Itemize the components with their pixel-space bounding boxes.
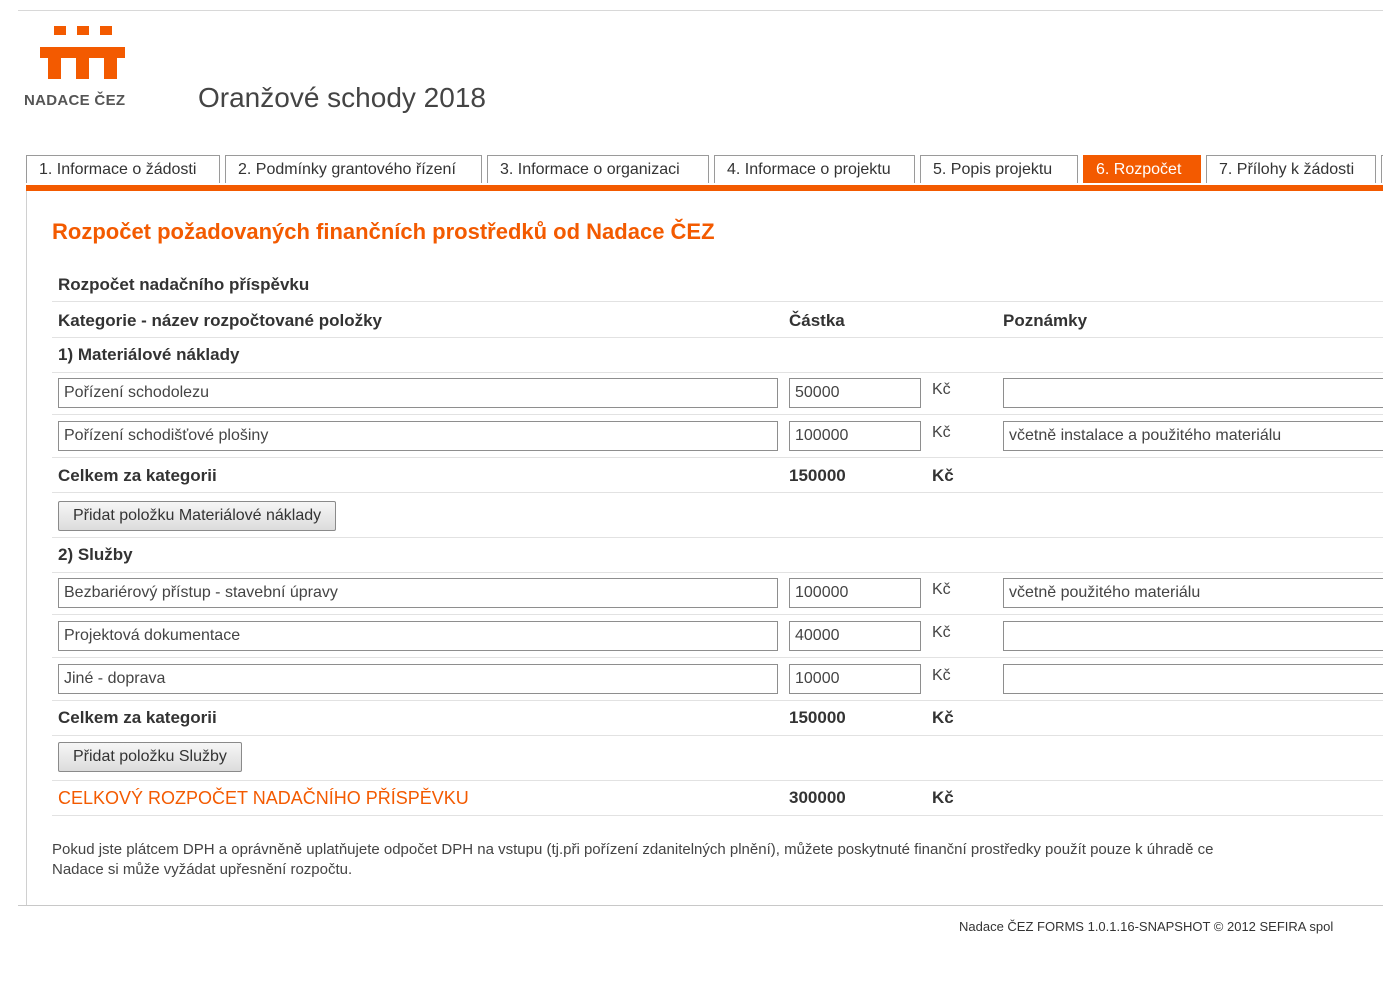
- currency-label: Kč: [932, 667, 951, 684]
- grand-total-value: 300000: [789, 788, 846, 807]
- column-header-amount: Částka: [789, 311, 845, 330]
- item-name-input[interactable]: [58, 664, 778, 694]
- budget-item-row: Kč: [52, 615, 1383, 658]
- budget-item-row: Kč: [52, 373, 1383, 415]
- column-header-category: Kategorie - název rozpočtované položky: [58, 311, 383, 330]
- column-header-notes: Poznámky: [1003, 311, 1088, 330]
- budget-item-row: Kč: [52, 415, 1383, 458]
- page-heading: Rozpočet požadovaných finančních prostře…: [52, 219, 715, 244]
- footer-text: Nadace ČEZ FORMS 1.0.1.16-SNAPSHOT © 201…: [959, 919, 1334, 934]
- budget-item-row: Kč: [52, 573, 1383, 615]
- category-title: 1) Materiálové náklady: [58, 345, 240, 364]
- section-title-row: Rozpočet nadačního příspěvku: [52, 267, 1383, 302]
- vat-note-line-1: Pokud jste plátcem DPH a oprávněně uplat…: [52, 841, 1214, 858]
- currency-label: Kč: [932, 424, 951, 441]
- add-item-row: Přidat položku Služby: [52, 736, 1383, 781]
- item-amount-input[interactable]: [789, 664, 921, 694]
- category-header-row: 2) Služby: [52, 538, 1383, 573]
- budget-item-row: Kč: [52, 658, 1383, 701]
- logo-brand-text: NADACE ČEZ: [24, 92, 126, 109]
- item-note-input[interactable]: [1003, 664, 1383, 694]
- currency-label: Kč: [932, 708, 954, 727]
- category-total-value: 150000: [789, 466, 846, 485]
- panel-border: [26, 191, 27, 906]
- vat-note: Pokud jste plátcem DPH a oprávněně uplat…: [52, 840, 1383, 880]
- tab-rozpocet[interactable]: 6. Rozpočet: [1083, 155, 1201, 183]
- app-title: Oranžové schody 2018: [198, 82, 486, 113]
- item-name-input[interactable]: [58, 621, 778, 651]
- currency-label: Kč: [932, 788, 954, 807]
- item-note-input[interactable]: [1003, 578, 1383, 608]
- section-title: Rozpočet nadačního příspěvku: [58, 275, 310, 294]
- item-name-input[interactable]: [58, 421, 778, 451]
- currency-label: Kč: [932, 624, 951, 641]
- add-item-row: Přidat položku Materiálové náklady: [52, 493, 1383, 538]
- currency-label: Kč: [932, 466, 954, 485]
- category-header-row: 1) Materiálové náklady: [52, 338, 1383, 373]
- item-note-input[interactable]: [1003, 421, 1383, 451]
- category-total-row: Celkem za kategorii 150000 Kč: [52, 458, 1383, 493]
- category-total-label: Celkem za kategorii: [58, 466, 217, 485]
- item-amount-input[interactable]: [789, 621, 921, 651]
- category-total-value: 150000: [789, 708, 846, 727]
- tab-podminky[interactable]: 2. Podmínky grantového řízení: [225, 155, 482, 183]
- item-name-input[interactable]: [58, 578, 778, 608]
- category-total-row: Celkem za kategorii 150000 Kč: [52, 701, 1383, 736]
- item-note-input[interactable]: [1003, 621, 1383, 651]
- category-title: 2) Služby: [58, 545, 133, 564]
- item-amount-input[interactable]: [789, 421, 921, 451]
- tab-underline: [26, 185, 1383, 191]
- vat-note-line-2: Nadace si může vyžádat upřesnění rozpočt…: [52, 861, 353, 878]
- item-amount-input[interactable]: [789, 578, 921, 608]
- currency-label: Kč: [932, 581, 951, 598]
- grand-total-label: CELKOVÝ ROZPOČET NADAČNÍHO PŘÍSPĚVKU: [58, 788, 469, 808]
- nadace-cez-logo: NADACE ČEZ: [24, 22, 144, 114]
- column-header-row: Kategorie - název rozpočtované položky Č…: [52, 302, 1383, 338]
- tab-popis-projektu[interactable]: 5. Popis projektu: [920, 155, 1078, 183]
- currency-label: Kč: [932, 381, 951, 398]
- item-name-input[interactable]: [58, 378, 778, 408]
- category-total-label: Celkem za kategorii: [58, 708, 217, 727]
- item-amount-input[interactable]: [789, 378, 921, 408]
- tab-informace-o-projektu[interactable]: 4. Informace o projektu: [714, 155, 915, 183]
- add-services-item-button[interactable]: Přidat položku Služby: [58, 742, 242, 772]
- item-note-input[interactable]: [1003, 378, 1383, 408]
- panel-bottom-border: [18, 905, 1383, 906]
- tab-informace-o-organizaci[interactable]: 3. Informace o organizaci: [487, 155, 709, 183]
- tab-informace-o-zadosti[interactable]: 1. Informace o žádosti: [26, 155, 220, 183]
- grand-total-row: CELKOVÝ ROZPOČET NADAČNÍHO PŘÍSPĚVKU 300…: [52, 781, 1383, 816]
- add-material-item-button[interactable]: Přidat položku Materiálové náklady: [58, 501, 337, 531]
- top-divider: [18, 10, 1383, 11]
- tab-bar: 1. Informace o žádosti 2. Podmínky grant…: [26, 155, 1383, 185]
- tab-prilohy[interactable]: 7. Přílohy k žádosti: [1206, 155, 1376, 183]
